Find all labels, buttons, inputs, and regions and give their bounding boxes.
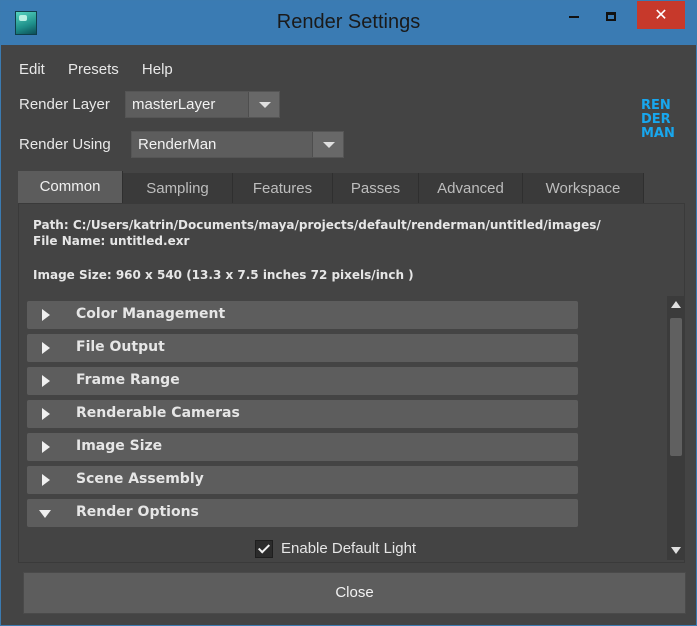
menu-help[interactable]: Help bbox=[142, 61, 173, 78]
menu-bar: Edit Presets Help bbox=[19, 59, 191, 81]
section-label: Image Size bbox=[76, 438, 163, 454]
maximize-button[interactable] bbox=[588, 1, 634, 31]
render-using-dropdown[interactable]: RenderMan bbox=[131, 131, 344, 158]
render-using-label: Render Using bbox=[19, 136, 111, 153]
output-path: Path: C:/Users/katrin/Documents/maya/pro… bbox=[33, 218, 601, 232]
enable-default-light-checkbox[interactable] bbox=[255, 540, 273, 558]
section-color-management[interactable]: Color Management bbox=[27, 301, 578, 329]
section-label: Frame Range bbox=[76, 372, 180, 388]
title-bar[interactable]: Render Settings ✕ bbox=[1, 1, 696, 45]
tab-passes[interactable]: Passes bbox=[333, 173, 419, 203]
section-render-options[interactable]: Render Options bbox=[27, 499, 578, 527]
section-label: File Output bbox=[76, 339, 165, 355]
minimize-icon bbox=[569, 15, 579, 18]
section-label: Color Management bbox=[76, 306, 226, 322]
scroll-up-icon[interactable] bbox=[671, 301, 681, 308]
chevron-down-icon bbox=[248, 92, 279, 117]
menu-edit[interactable]: Edit bbox=[19, 61, 45, 78]
close-window-button[interactable]: ✕ bbox=[637, 1, 685, 29]
close-button[interactable]: Close bbox=[23, 572, 686, 614]
render-layer-value: masterLayer bbox=[132, 96, 216, 113]
expand-arrow-icon bbox=[42, 375, 50, 387]
render-using-value: RenderMan bbox=[138, 136, 217, 153]
tab-advanced[interactable]: Advanced bbox=[419, 173, 523, 203]
enable-default-light-label: Enable Default Light bbox=[281, 540, 417, 557]
scroll-down-icon[interactable] bbox=[671, 547, 681, 554]
section-frame-range[interactable]: Frame Range bbox=[27, 367, 578, 395]
render-layer-dropdown[interactable]: masterLayer bbox=[125, 91, 280, 118]
tab-workspace[interactable]: Workspace bbox=[523, 173, 644, 203]
section-renderable-cameras[interactable]: Renderable Cameras bbox=[27, 400, 578, 428]
close-icon: ✕ bbox=[654, 5, 668, 24]
chevron-down-icon bbox=[312, 132, 343, 157]
expand-arrow-icon bbox=[42, 474, 50, 486]
section-label: Scene Assembly bbox=[76, 471, 204, 487]
renderman-logo: REN DER MAN bbox=[641, 98, 675, 141]
vertical-scrollbar[interactable] bbox=[667, 296, 685, 560]
section-label: Render Options bbox=[76, 504, 199, 520]
tab-features[interactable]: Features bbox=[233, 173, 333, 203]
expand-arrow-icon bbox=[42, 408, 50, 420]
maximize-icon bbox=[606, 12, 616, 21]
tab-sampling[interactable]: Sampling bbox=[123, 173, 233, 203]
collapse-arrow-icon bbox=[39, 510, 51, 518]
expand-arrow-icon bbox=[42, 342, 50, 354]
scroll-thumb[interactable] bbox=[670, 318, 682, 456]
tab-common[interactable]: Common bbox=[18, 171, 123, 203]
expand-arrow-icon bbox=[42, 309, 50, 321]
render-layer-label: Render Layer bbox=[19, 96, 110, 113]
menu-presets[interactable]: Presets bbox=[68, 61, 119, 78]
image-size-info: Image Size: 960 x 540 (13.3 x 7.5 inches… bbox=[33, 268, 414, 282]
common-tab-panel: Path: C:/Users/katrin/Documents/maya/pro… bbox=[18, 203, 685, 563]
section-image-size[interactable]: Image Size bbox=[27, 433, 578, 461]
output-file-name: File Name: untitled.exr bbox=[33, 234, 190, 248]
section-file-output[interactable]: File Output bbox=[27, 334, 578, 362]
section-label: Renderable Cameras bbox=[76, 405, 240, 421]
render-settings-window: Render Settings ✕ Edit Presets Help Rend… bbox=[0, 0, 697, 626]
section-scene-assembly[interactable]: Scene Assembly bbox=[27, 466, 578, 494]
expand-arrow-icon bbox=[42, 441, 50, 453]
